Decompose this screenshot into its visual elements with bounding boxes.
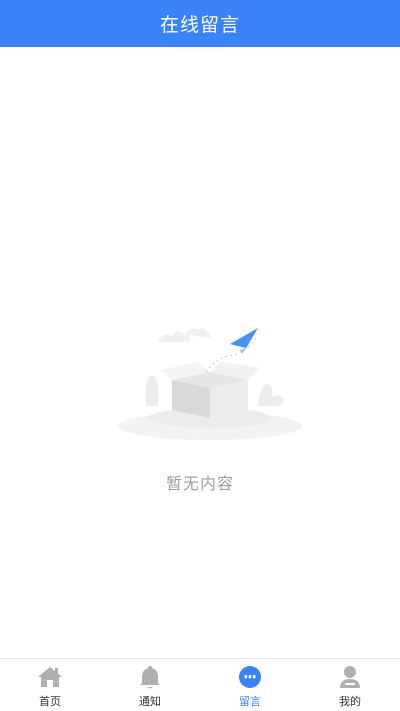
home-icon: [37, 664, 63, 690]
tab-notifications-label: 通知: [139, 695, 161, 708]
bottom-tab-bar: 首页 通知 留言 我的: [0, 658, 400, 711]
message-bubble-icon: [237, 664, 263, 690]
user-icon: [337, 664, 363, 690]
empty-box-illustration: [118, 328, 302, 440]
empty-message: 暂无内容: [165, 474, 234, 493]
tab-profile[interactable]: 我的: [300, 659, 400, 711]
empty-state: 暂无内容: [0, 300, 400, 500]
tab-messages-label: 留言: [239, 695, 261, 708]
app-root: 在线留言 暂无内容 首页 通知 留言 我的: [0, 0, 400, 711]
tab-home[interactable]: 首页: [0, 659, 100, 711]
bell-icon: [137, 664, 163, 690]
tab-notifications[interactable]: 通知: [100, 659, 200, 711]
tab-home-label: 首页: [39, 695, 61, 708]
top-bar: 在线留言: [0, 0, 400, 47]
page-title: 在线留言: [159, 14, 240, 36]
tab-messages[interactable]: 留言: [200, 659, 300, 711]
tab-profile-label: 我的: [339, 695, 361, 708]
